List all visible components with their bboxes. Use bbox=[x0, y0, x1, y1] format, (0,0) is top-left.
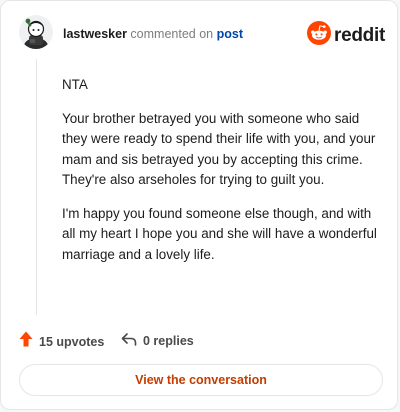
comment-card: lastwesker commented on post reddit NTA … bbox=[0, 0, 398, 410]
comment-paragraph: NTA bbox=[62, 77, 88, 92]
comment-paragraph: I'm happy you found someone else though,… bbox=[62, 206, 377, 262]
byline: lastwesker commented on post bbox=[63, 27, 243, 41]
reply-arrow-icon bbox=[121, 332, 137, 351]
upvote-arrow-icon bbox=[19, 331, 33, 352]
reddit-wordmark: reddit bbox=[334, 24, 385, 46]
reddit-logo[interactable]: reddit bbox=[307, 21, 385, 50]
thread-line bbox=[36, 59, 37, 315]
user-avatar[interactable] bbox=[19, 15, 53, 49]
reply-count: 0 replies bbox=[143, 334, 194, 348]
replies-button[interactable]: 0 replies bbox=[121, 331, 194, 351]
comment-paragraph: Your brother betrayed you with someone w… bbox=[62, 110, 376, 188]
comment-header: lastwesker commented on post reddit bbox=[19, 15, 385, 55]
comment-body: NTA Your brother betrayed you with someo… bbox=[62, 75, 377, 279]
reddit-snoo-icon bbox=[307, 21, 332, 50]
action-text: commented on bbox=[130, 27, 214, 41]
upvote-count: 15 upvotes bbox=[39, 334, 105, 349]
username[interactable]: lastwesker bbox=[63, 27, 127, 41]
view-conversation-button[interactable]: View the conversation bbox=[19, 364, 383, 396]
upvote-button[interactable]: 15 upvotes bbox=[19, 331, 104, 352]
post-link[interactable]: post bbox=[217, 27, 243, 41]
comment-footer: 15 upvotes 0 replies bbox=[19, 331, 359, 351]
